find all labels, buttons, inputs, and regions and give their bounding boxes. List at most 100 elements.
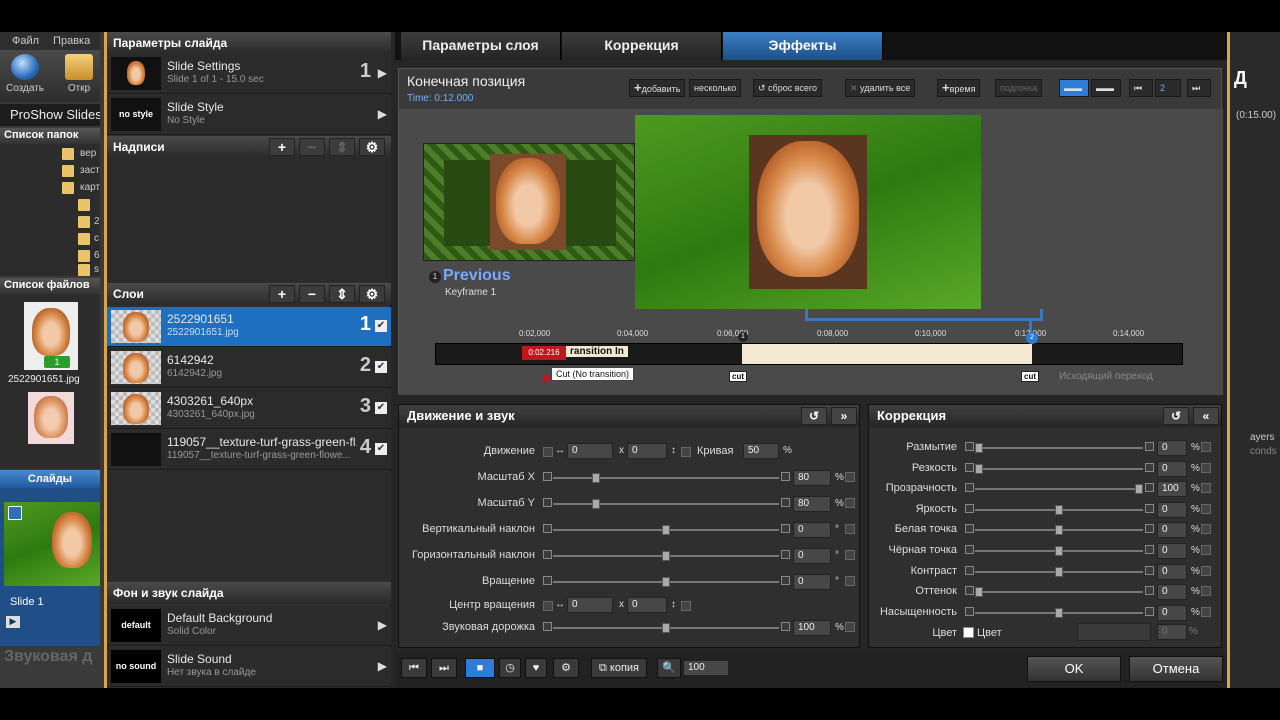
folder-label[interactable]: заст	[80, 165, 100, 176]
layer-visible-checkbox[interactable]: ✔	[375, 402, 387, 414]
fit-button[interactable]: подгонка	[995, 79, 1043, 97]
tab-effects[interactable]: Эффекты	[723, 32, 883, 60]
slider-checkbox[interactable]	[1201, 545, 1211, 555]
keyframe-lock-checkbox[interactable]	[543, 550, 552, 559]
tab-correction[interactable]: Коррекция	[562, 32, 722, 60]
layer-visible-checkbox[interactable]: ✔	[375, 443, 387, 455]
keyframe-lock-checkbox[interactable]	[543, 447, 553, 457]
slide-thumbnail[interactable]	[4, 502, 100, 586]
slider-handle[interactable]	[1135, 484, 1143, 495]
menu-edit[interactable]: Правка	[53, 35, 90, 47]
keyframe-lock-checkbox[interactable]	[965, 545, 974, 554]
slider-end-marker[interactable]	[1145, 524, 1154, 534]
slider-value-input[interactable]: 0	[1157, 604, 1187, 621]
next-keyframe-button[interactable]: ⏭	[1187, 79, 1211, 97]
color-picker[interactable]	[1077, 623, 1151, 641]
slider-track[interactable]	[975, 447, 1143, 449]
cut-marker[interactable]: cut	[729, 371, 747, 382]
slider-value-input[interactable]: 0	[1157, 522, 1187, 539]
keyframe-timeline[interactable]: 0:02.216 ransition In 1 2	[435, 332, 1183, 365]
keyframe-lock-checkbox[interactable]	[543, 524, 552, 533]
keyframe-lock-checkbox[interactable]	[543, 498, 552, 507]
movement-checkbox[interactable]	[681, 447, 691, 457]
slider-value-input[interactable]: 100	[793, 620, 831, 636]
playhead-triangle-icon[interactable]	[541, 373, 551, 381]
layer-settings-button[interactable]: ⚙	[359, 285, 385, 303]
slider-checkbox[interactable]	[1201, 442, 1211, 452]
gear-icon[interactable]: ⚙	[553, 658, 579, 678]
reset-all-button[interactable]: ↺ сброс всего	[753, 79, 822, 97]
slider-value-input[interactable]: 80	[793, 470, 831, 486]
tab-layer-params[interactable]: Параметры слоя	[401, 32, 561, 60]
slider-checkbox[interactable]	[1201, 483, 1211, 494]
folder-label[interactable]: 2	[94, 216, 100, 227]
keyframe-lock-checkbox[interactable]	[965, 606, 974, 616]
movement-y-input[interactable]: 0	[627, 443, 667, 459]
background-row[interactable]: default Default Background Solid Color ▶	[107, 606, 391, 646]
slider-end-marker[interactable]	[1145, 586, 1154, 596]
keyframe-lock-checkbox[interactable]	[965, 524, 974, 534]
time-button[interactable]: +время	[937, 79, 981, 97]
folder-label[interactable]: вер	[80, 148, 96, 159]
slide-sound-row[interactable]: no sound Slide Sound Нет звука в слайде …	[107, 647, 391, 687]
slider-end-marker[interactable]	[781, 622, 790, 631]
slider-end-marker[interactable]	[1145, 565, 1154, 575]
slider-end-marker[interactable]	[1145, 545, 1154, 554]
slider-value-input[interactable]: 0	[1157, 460, 1187, 477]
slider-value-input[interactable]: 100	[1157, 481, 1187, 498]
heart-icon[interactable]: ♥	[525, 658, 547, 678]
play-icon[interactable]: ▶	[6, 616, 20, 628]
layer-row-3[interactable]: 4303261_640px 4303261_640px.jpg 3 ✔	[107, 389, 391, 429]
color-checkbox[interactable]	[963, 627, 974, 638]
slides-tab[interactable]: Слайды	[0, 470, 100, 488]
slider-checkbox[interactable]	[1201, 606, 1211, 617]
first-slide-button[interactable]: ⏮	[401, 658, 427, 678]
slider-handle[interactable]	[592, 473, 600, 483]
add-several-button[interactable]: несколько	[689, 79, 742, 97]
slider-value-input[interactable]: 0	[1157, 543, 1187, 559]
file-thumbnail[interactable]: 1	[24, 302, 78, 370]
reset-icon[interactable]: ↺	[1163, 407, 1189, 425]
slider-handle[interactable]	[662, 623, 670, 633]
split-view-button[interactable]: ▬▬	[1059, 79, 1089, 97]
main-photo-layer[interactable]	[749, 135, 867, 289]
folder-label[interactable]: с	[94, 233, 99, 244]
folder-label[interactable]: 6	[94, 250, 100, 261]
cut-marker[interactable]: cut	[1021, 371, 1039, 382]
reorder-caption-button[interactable]: ⇕	[329, 138, 355, 156]
chevron-double-right-icon[interactable]: »	[831, 407, 857, 425]
layer-row-4[interactable]: 119057__texture-turf-grass-green-fl... 1…	[107, 430, 391, 470]
slider-checkbox[interactable]	[845, 498, 855, 508]
keyframe-lock-checkbox[interactable]	[965, 462, 974, 472]
add-caption-button[interactable]: +	[269, 138, 295, 156]
slider-handle[interactable]	[1055, 566, 1063, 577]
slider-checkbox[interactable]	[1201, 565, 1211, 576]
slider-handle[interactable]	[975, 587, 983, 598]
slider-handle[interactable]	[975, 463, 983, 474]
slide-settings-row[interactable]: Slide Settings Slide 1 of 1 - 15.0 sec 1…	[107, 54, 391, 94]
slider-end-marker[interactable]	[1145, 483, 1154, 493]
layer-row-1[interactable]: 2522901651 2522901651.jpg 1 ✔	[107, 307, 391, 347]
slider-end-marker[interactable]	[1145, 606, 1154, 616]
slider-value-input[interactable]: 80	[793, 496, 831, 512]
slider-checkbox[interactable]	[845, 576, 855, 586]
slider-checkbox[interactable]	[1201, 586, 1211, 597]
cancel-button[interactable]: Отмена	[1129, 656, 1223, 682]
slider-end-marker[interactable]	[781, 472, 790, 481]
rotation-center-checkbox[interactable]	[681, 601, 691, 611]
slider-value-input[interactable]: 0	[1157, 563, 1187, 580]
layer-row-2[interactable]: 6142942 6142942.jpg 2 ✔	[107, 348, 391, 388]
ok-button[interactable]: OK	[1027, 656, 1121, 682]
remove-caption-button[interactable]: −	[299, 138, 325, 156]
slider-value-input[interactable]: 0	[793, 522, 831, 538]
slider-value-input[interactable]: 0	[1157, 501, 1187, 518]
reorder-layer-button[interactable]: ⇕	[329, 285, 355, 303]
color-value-input[interactable]: 0	[1157, 624, 1187, 640]
slider-end-marker[interactable]	[1145, 442, 1154, 451]
slider-track[interactable]	[975, 467, 1143, 470]
captions-list[interactable]	[107, 158, 391, 282]
keyframe-lock-checkbox[interactable]	[543, 472, 552, 481]
create-button[interactable]: Создать	[2, 54, 48, 94]
open-button[interactable]: Откр	[56, 54, 102, 94]
add-keyframe-button[interactable]: +добавить	[629, 79, 686, 97]
